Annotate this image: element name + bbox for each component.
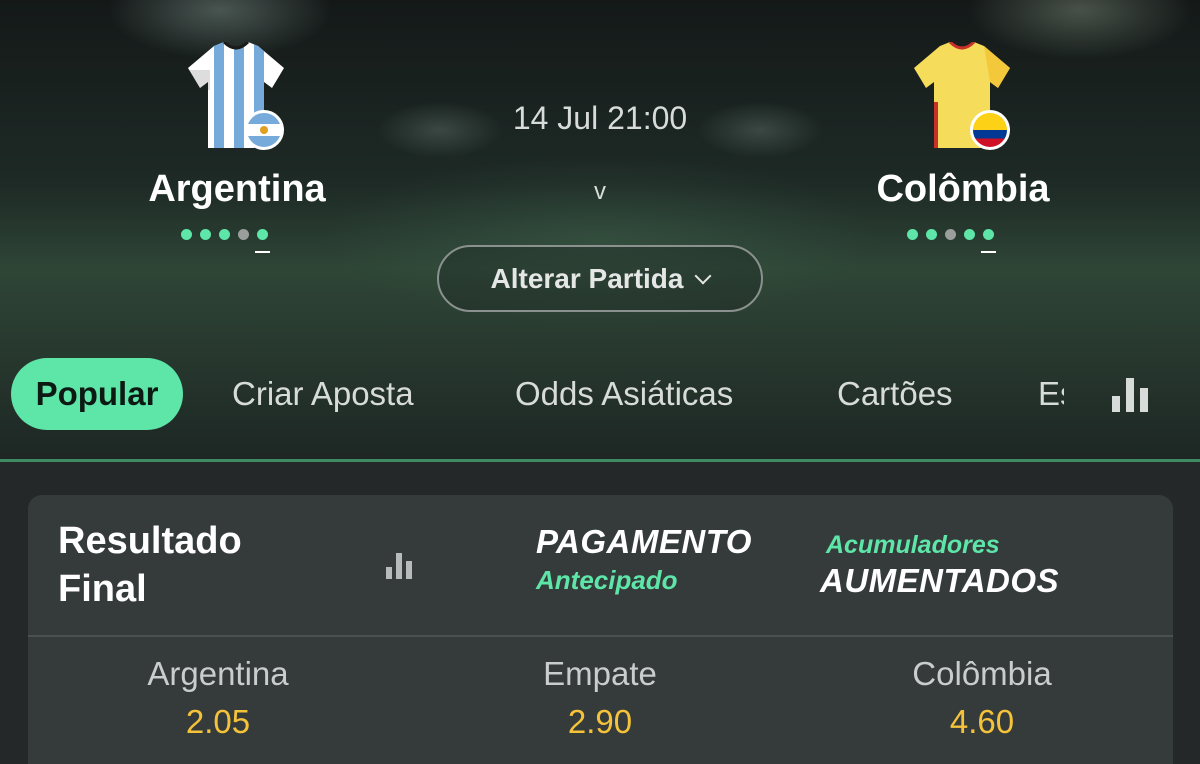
market-title: Resultado Final xyxy=(58,520,242,610)
market-card-full-time-result: Resultado Final PAGAMENTO Antecipado Acu… xyxy=(28,495,1173,764)
argentina-flag-icon xyxy=(244,110,284,150)
form-dot-neutral xyxy=(945,229,956,240)
market-stats-icon[interactable] xyxy=(386,551,416,579)
outcome-odds: 4.60 xyxy=(949,703,1015,740)
outcome-name: Empate xyxy=(543,655,657,692)
stats-icon[interactable] xyxy=(1112,378,1150,412)
away-team-name: Colômbia xyxy=(876,168,1050,210)
outcome-name: Argentina xyxy=(147,655,289,692)
change-match-label: Alterar Partida xyxy=(490,262,684,294)
form-dot-win xyxy=(981,229,996,253)
match-header: Argentina Colômbia 14 Jul 21:00 v Altera… xyxy=(0,0,1200,462)
tab-criar-aposta[interactable]: Criar Aposta xyxy=(232,358,414,430)
match-datetime: 14 Jul 21:00 xyxy=(512,100,688,136)
home-form-indicator xyxy=(181,229,270,253)
away-form-indicator xyxy=(907,229,996,253)
versus-label: v xyxy=(594,178,606,205)
form-dot-win xyxy=(219,229,230,240)
form-dot-win xyxy=(964,229,975,240)
form-dot-neutral xyxy=(238,229,249,240)
outcome-name: Colômbia xyxy=(912,655,1052,692)
form-dot-win xyxy=(907,229,918,240)
home-team-name: Argentina xyxy=(148,168,326,210)
early-payout-badge: PAGAMENTO Antecipado xyxy=(536,523,752,595)
form-dot-win xyxy=(181,229,192,240)
form-dot-win xyxy=(926,229,937,240)
outcome-draw-button[interactable]: Empate 2.90 xyxy=(450,655,750,741)
form-dot-win xyxy=(255,229,270,253)
outcome-odds: 2.90 xyxy=(567,703,633,740)
colombia-flag-icon xyxy=(970,110,1010,150)
chevron-down-icon xyxy=(694,267,712,284)
change-match-button[interactable]: Alterar Partida xyxy=(437,245,763,312)
divider xyxy=(28,635,1173,637)
outcome-odds: 2.05 xyxy=(185,703,251,740)
away-jersey-icon xyxy=(908,40,1018,152)
tab-odds-asiaticas[interactable]: Odds Asiáticas xyxy=(515,358,733,430)
acca-boost-badge: Acumuladores AUMENTADOS xyxy=(820,531,1060,599)
market-tabs: Popular Criar Aposta Odds Asiáticas Cart… xyxy=(0,358,1200,430)
outcome-home-button[interactable]: Argentina 2.05 xyxy=(68,655,368,741)
tab-truncated[interactable]: Es xyxy=(1038,358,1064,430)
outcome-away-button[interactable]: Colômbia 4.60 xyxy=(832,655,1132,741)
tab-popular[interactable]: Popular xyxy=(11,358,183,430)
form-dot-win xyxy=(200,229,211,240)
home-jersey-icon xyxy=(184,40,294,152)
tab-cartoes[interactable]: Cartões xyxy=(837,358,953,430)
